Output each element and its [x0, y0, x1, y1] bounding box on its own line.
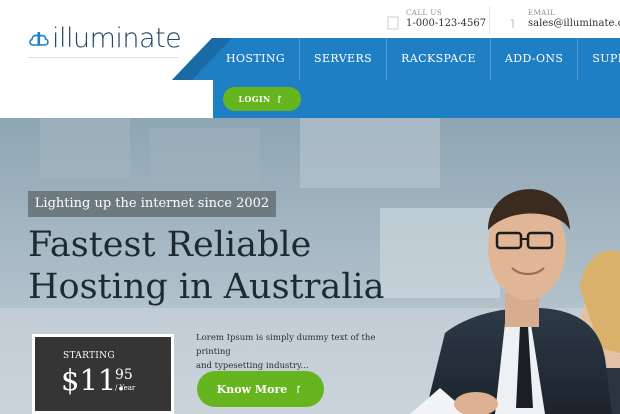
envelope-icon: [511, 19, 514, 28]
cloud-icon: [29, 32, 49, 46]
nav-item-hosting[interactable]: HOSTING: [212, 38, 301, 80]
description-line-1: Lorem Ipsum is simply dummy text of the …: [196, 333, 376, 357]
description-line-2: and typesetting industry...: [196, 361, 309, 371]
login-button[interactable]: LOGIN: [223, 87, 301, 111]
email-address[interactable]: sales@illuminate.co: [528, 17, 620, 30]
headline-line-2: Hosting in Australia: [28, 267, 385, 307]
nav-item-rackspace[interactable]: RACKSPACE: [387, 38, 491, 80]
contact-email: EMAIL sales@illuminate.co: [508, 9, 620, 30]
phone-label: CALL US: [406, 9, 443, 17]
price-cents: 95: [115, 367, 133, 383]
know-more-label: Know More: [216, 382, 288, 396]
login-label: LOGIN: [238, 94, 271, 104]
nav-item-support[interactable]: SUPPORT: [578, 38, 620, 80]
email-label: EMAIL: [528, 9, 556, 17]
price-period: / Year: [115, 384, 136, 392]
hero-description: Lorem Ipsum is simply dummy text of the …: [196, 331, 406, 373]
contact-phone: CALL US 1-000-123-4567: [386, 9, 486, 30]
price-badge: STARTING $11. 95 / Year: [28, 330, 178, 414]
price-panel: STARTING $11. 95 / Year: [32, 334, 174, 414]
hero-headline: Fastest Reliable Hosting in Australia: [28, 224, 388, 308]
logo[interactable]: illuminate: [28, 20, 182, 56]
know-more-button[interactable]: Know More: [197, 371, 324, 407]
cursor-icon: [297, 385, 301, 393]
site-header: illuminate CALL US 1-000-123-4567 EMAIL …: [0, 0, 620, 118]
contact-divider: [489, 6, 490, 34]
logo-text: illuminate: [52, 22, 182, 54]
phone-icon: [387, 16, 399, 30]
headline-line-1: Fastest Reliable: [28, 225, 312, 265]
main-nav: HOSTING SERVERS RACKSPACE ADD-ONS SUPPOR…: [212, 38, 620, 80]
cursor-icon: [278, 95, 282, 103]
nav-item-servers[interactable]: SERVERS: [300, 38, 388, 80]
hero-banner: Lighting up the internet since 2002 Fast…: [0, 118, 620, 414]
price-starting-label: STARTING: [63, 351, 115, 361]
hero-tagline: Lighting up the internet since 2002: [28, 191, 276, 217]
phone-number[interactable]: 1-000-123-4567: [406, 17, 486, 30]
nav-item-add-ons[interactable]: ADD-ONS: [491, 38, 579, 80]
logo-divider: [28, 57, 178, 58]
